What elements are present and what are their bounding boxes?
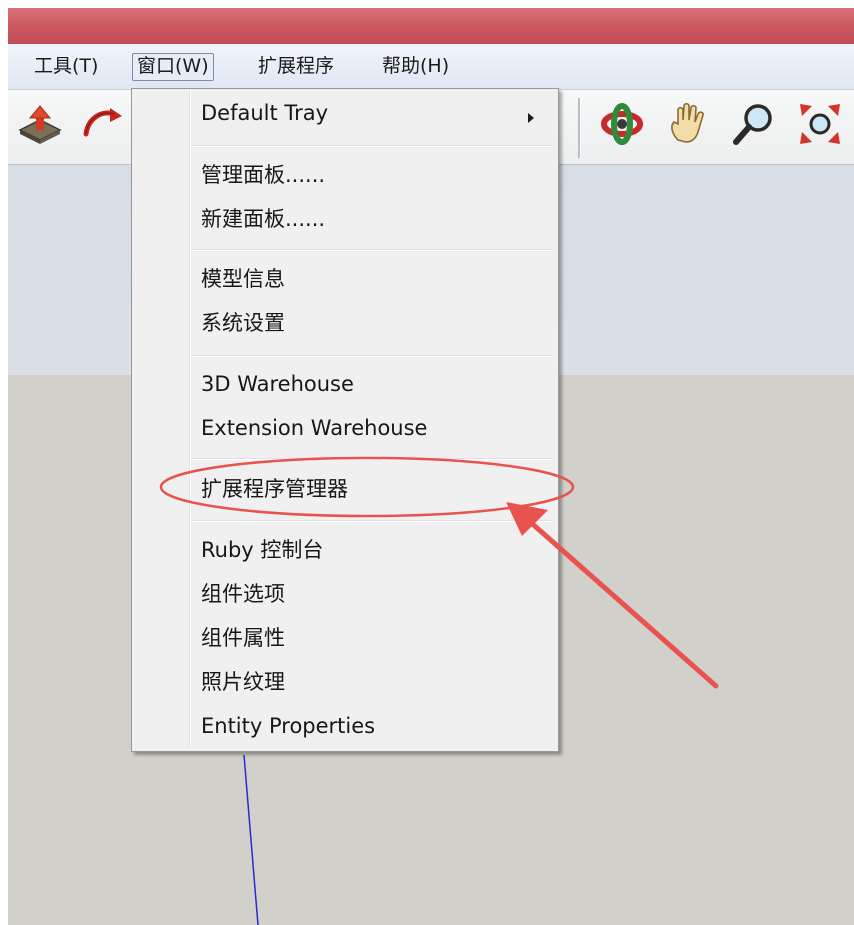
menu-item-3d-warehouse[interactable]: 3D Warehouse — [201, 366, 354, 402]
menu-extensions[interactable]: 扩展程序 — [254, 53, 338, 79]
menu-separator — [192, 355, 552, 357]
menu-item-ruby-console[interactable]: Ruby 控制台 — [201, 532, 323, 568]
sketchup-window: 工具(T) 窗口(W) 扩展程序 帮助(H) Default Tray 管理面板… — [8, 8, 854, 925]
push-pull-icon[interactable] — [16, 100, 64, 148]
zoom-icon[interactable] — [730, 100, 778, 148]
window-dropdown-menu: Default Tray 管理面板...... 新建面板...... 模型信息 … — [131, 88, 559, 752]
zoom-extents-icon[interactable] — [796, 100, 844, 148]
menu-item-extension-warehouse[interactable]: Extension Warehouse — [201, 410, 427, 446]
submenu-arrow-icon — [528, 113, 534, 123]
toolbar-separator — [578, 98, 581, 158]
menu-help[interactable]: 帮助(H) — [378, 53, 453, 79]
menu-separator — [192, 249, 552, 251]
menu-tools[interactable]: 工具(T) — [30, 53, 102, 79]
menu-bar: 工具(T) 窗口(W) 扩展程序 帮助(H) — [8, 44, 854, 90]
pan-hand-icon[interactable] — [664, 100, 712, 148]
menu-item-manage-trays[interactable]: 管理面板...... — [201, 157, 325, 193]
menu-item-entity-properties[interactable]: Entity Properties — [201, 708, 375, 744]
menu-icon-gutter — [189, 91, 191, 747]
menu-item-model-info[interactable]: 模型信息 — [201, 261, 285, 297]
menu-item-default-tray[interactable]: Default Tray — [201, 95, 328, 131]
menu-separator — [192, 520, 552, 522]
menu-item-component-attributes[interactable]: 组件属性 — [201, 620, 285, 656]
menu-item-new-tray[interactable]: 新建面板...... — [201, 201, 325, 237]
menu-separator — [192, 458, 552, 460]
follow-me-icon[interactable] — [78, 100, 126, 148]
menu-item-extension-manager[interactable]: 扩展程序管理器 — [201, 471, 348, 507]
title-bar[interactable] — [8, 8, 854, 44]
menu-window[interactable]: 窗口(W) — [132, 53, 214, 81]
menu-separator — [192, 145, 552, 147]
orbit-icon[interactable] — [598, 100, 646, 148]
menu-item-preferences[interactable]: 系统设置 — [201, 305, 285, 341]
menu-item-component-options[interactable]: 组件选项 — [201, 576, 285, 612]
menu-item-photo-textures[interactable]: 照片纹理 — [201, 664, 285, 700]
